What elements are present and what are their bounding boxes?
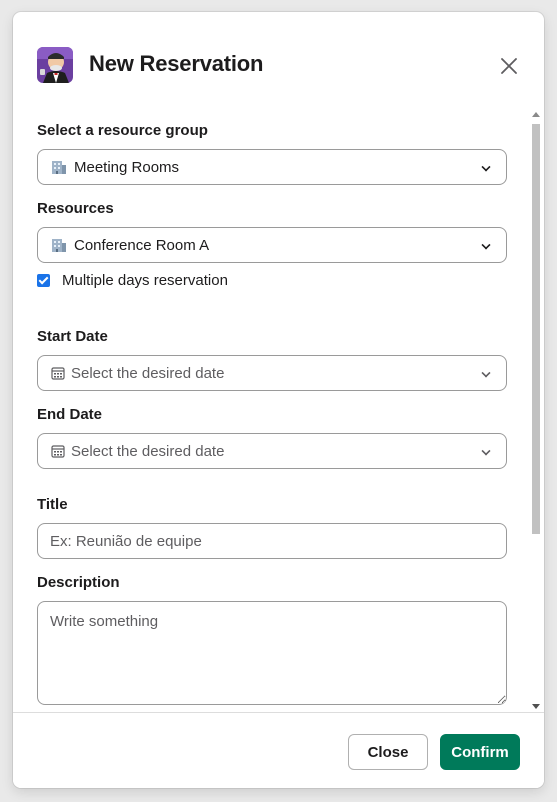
description-label: Description (37, 574, 120, 591)
end-date-placeholder: Select the desired date (71, 442, 225, 460)
chevron-down-icon (481, 446, 491, 456)
scrollbar-thumb[interactable] (532, 124, 540, 534)
resources-label: Resources (37, 200, 114, 217)
confirm-button[interactable]: Confirm (440, 734, 520, 770)
form-scrollbar[interactable] (529, 108, 541, 712)
scroll-up-arrow-icon[interactable] (532, 112, 540, 117)
reservation-modal: New Reservation Select a resource group … (13, 12, 544, 788)
resources-value: Conference Room A (74, 236, 210, 254)
calendar-icon (51, 444, 65, 458)
resource-group-select[interactable]: Meeting Rooms (37, 149, 507, 185)
building-emoji-icon (50, 158, 68, 176)
title-input[interactable] (37, 523, 507, 559)
calendar-icon (51, 366, 65, 380)
start-date-placeholder: Select the desired date (71, 364, 225, 382)
scroll-down-arrow-icon[interactable] (532, 704, 540, 709)
chevron-down-icon (481, 162, 491, 172)
start-date-label: Start Date (37, 328, 108, 345)
chevron-down-icon (481, 240, 491, 250)
modal-footer: Close Confirm (13, 712, 544, 788)
form-scroll-area: Select a resource group Meeting Rooms Re… (13, 108, 544, 712)
end-date-picker[interactable]: Select the desired date (37, 433, 507, 469)
description-textarea[interactable] (37, 601, 507, 705)
multiple-days-label: Multiple days reservation (62, 272, 228, 289)
building-emoji-icon (50, 236, 68, 254)
title-label: Title (37, 496, 68, 513)
end-date-label: End Date (37, 406, 103, 423)
resource-group-label: Select a resource group (37, 122, 208, 139)
resources-select[interactable]: Conference Room A (37, 227, 507, 263)
start-date-picker[interactable]: Select the desired date (37, 355, 507, 391)
resource-group-value: Meeting Rooms (74, 158, 180, 176)
modal-header: New Reservation (13, 12, 544, 108)
multiple-days-checkbox[interactable] (37, 274, 50, 287)
close-button[interactable]: Close (348, 734, 428, 770)
modal-title: New Reservation (89, 51, 264, 76)
app-icon (37, 47, 73, 83)
multiple-days-row: Multiple days reservation (37, 272, 228, 289)
close-x-icon[interactable] (497, 54, 521, 78)
chevron-down-icon (481, 368, 491, 378)
